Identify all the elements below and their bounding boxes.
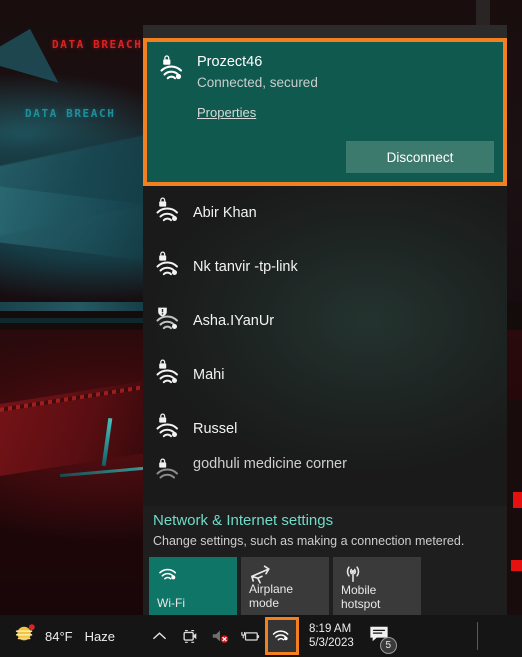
connected-network-ssid: Prozect46	[197, 54, 263, 70]
available-networks-list[interactable]: Abir Khan Nk tanvir -tp-link Asha.IYanUr…	[143, 186, 507, 506]
notification-center-button[interactable]: 5	[368, 624, 397, 654]
wallpaper-band-2	[0, 318, 160, 323]
lock-glyph	[159, 458, 167, 468]
taskbar: 84°F Haze 8:19 AM 5/3/2023 5	[0, 615, 522, 657]
tile-airplane-mode[interactable]: Airplane mode	[241, 557, 329, 615]
weather-condition: Haze	[84, 628, 115, 644]
tile-label-airplane-mode: Airplane mode	[249, 582, 294, 610]
network-name: godhuli medicine corner	[193, 456, 347, 472]
tile-label-line2: hotspot	[341, 596, 381, 611]
network-settings-block: Network & Internet settings Change setti…	[143, 506, 507, 548]
clock-time: 8:19 AM	[308, 623, 352, 635]
taskbar-weather-widget[interactable]: 84°F Haze	[14, 623, 115, 649]
lock-glyph	[163, 55, 171, 65]
wifi-secured-icon	[153, 195, 187, 232]
network-name: Asha.IYanUr	[193, 313, 275, 329]
shield-alert-glyph	[158, 307, 167, 316]
network-list-item[interactable]: godhuli medicine corner	[143, 456, 507, 486]
connected-network-card[interactable]: Prozect46 Connected, secured Properties …	[143, 38, 507, 186]
network-name: Abir Khan	[193, 205, 257, 221]
lock-glyph	[159, 358, 167, 369]
wifi-icon	[157, 564, 237, 586]
wifi-flyout-panel: Prozect46 Connected, secured Properties …	[143, 25, 507, 615]
clock-date: 5/3/2023	[308, 637, 354, 649]
network-wifi-icon[interactable]	[264, 617, 299, 655]
network-list-item[interactable]: Mahi	[143, 348, 507, 402]
network-name: Mahi	[193, 367, 225, 383]
lock-glyph	[159, 250, 167, 261]
wifi-secured-icon	[153, 357, 187, 394]
tile-wifi[interactable]: Wi-Fi	[149, 557, 237, 615]
taskbar-divider	[477, 622, 478, 650]
disconnect-button[interactable]: Disconnect	[346, 141, 494, 173]
tile-label-mobile-hotspot: Mobile hotspot	[341, 583, 417, 611]
wallpaper-band-1	[0, 302, 160, 311]
wallpaper-red-block-3	[511, 560, 522, 571]
network-internet-settings-link[interactable]: Network & Internet settings	[153, 512, 333, 529]
wifi-secured-icon	[153, 456, 187, 493]
wifi-warning-icon	[153, 303, 187, 340]
network-settings-description: Change settings, such as making a connec…	[153, 534, 465, 548]
weather-temperature: 84°F	[45, 628, 73, 644]
network-name: Nk tanvir -tp-link	[193, 259, 298, 275]
wallpaper-red-block-1	[513, 492, 522, 508]
system-tray	[145, 617, 299, 655]
network-list-item[interactable]: Abir Khan	[143, 186, 507, 240]
taskbar-clock[interactable]: 8:19 AM 5/3/2023	[309, 622, 354, 650]
network-list-item[interactable]: Nk tanvir -tp-link	[143, 240, 507, 294]
connected-network-status: Connected, secured	[197, 75, 318, 90]
show-hidden-icons-chevron[interactable]	[145, 618, 175, 654]
lock-glyph	[159, 196, 167, 207]
flyout-top-strip	[143, 25, 507, 38]
wifi-secured-icon	[157, 53, 191, 92]
network-list-item[interactable]: Asha.IYanUr	[143, 294, 507, 348]
tile-mobile-hotspot[interactable]: Mobile hotspot	[333, 557, 421, 615]
network-list-item[interactable]: Russel	[143, 402, 507, 456]
camera-icon[interactable]	[175, 618, 205, 654]
wallpaper-text-data-breach-cyan: DATA BREACH	[25, 107, 116, 120]
tile-label-line1: Mobile	[341, 583, 377, 597]
quick-action-tiles: Wi-Fi Airplane mode Mobile hotspot	[143, 548, 507, 615]
wallpaper-text-data-breach-red: DATA BREACH	[52, 38, 143, 51]
lock-glyph	[159, 412, 167, 423]
tile-label-wifi: Wi-Fi	[157, 595, 185, 610]
battery-icon[interactable]	[235, 618, 265, 654]
wifi-secured-icon	[153, 249, 187, 286]
network-name: Russel	[193, 421, 238, 437]
volume-muted-icon[interactable]	[205, 618, 235, 654]
haze-sun-icon	[14, 623, 36, 649]
properties-link[interactable]: Properties	[197, 105, 256, 120]
wifi-secured-icon	[153, 411, 187, 448]
notification-count-badge: 5	[379, 636, 397, 654]
